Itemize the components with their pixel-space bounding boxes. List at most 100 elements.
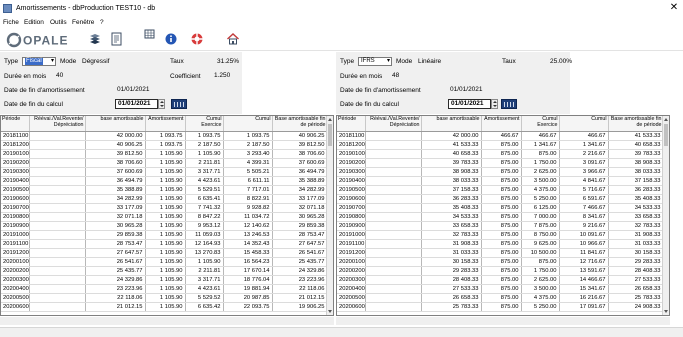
table-row[interactable]: 20190800 32 071.18 1 105.90 8 847.22 11 034.… — [1, 212, 328, 222]
table-row[interactable]: 20190800 34 533.33 875.00 7 000.00 8 341.67 3… — [337, 212, 664, 222]
table-row[interactable]: 20190300 38 908.33 875.00 2 625.00 3 966.67 3… — [337, 167, 664, 177]
column-header[interactable]: Réévai./Val.Revente/ Dépréciation — [29, 116, 86, 132]
help-lifebuoy-icon[interactable] — [190, 32, 204, 46]
table-row[interactable]: 20200500 22 118.06 1 105.90 5 529.52 20 987.… — [1, 293, 328, 303]
menu-outils[interactable]: Outils — [50, 19, 67, 26]
column-header[interactable]: Cumul — [559, 116, 609, 132]
table-row[interactable]: 20190400 36 494.79 1 105.90 4 423.61 6 611.1… — [1, 176, 328, 186]
left-schedule-grid[interactable]: Période Réévai./Val.Revente/ Dépréciation… — [0, 115, 334, 316]
column-header[interactable]: Base amortissable fin de période — [608, 116, 664, 132]
column-header[interactable]: base amortissable — [85, 116, 146, 132]
menu-edition[interactable]: Edition — [24, 19, 44, 26]
column-header[interactable]: Période — [337, 116, 366, 132]
table-row[interactable]: 20191000 32 783.33 875.00 8 750.00 10 091.67… — [337, 230, 664, 240]
table-row[interactable]: 20190900 33 658.33 875.00 7 875.00 9 216.67 3… — [337, 221, 664, 231]
table-row[interactable]: 20200600 25 783.33 875.00 5 250.00 17 091.67… — [337, 302, 664, 312]
table-row[interactable]: 20200400 23 223.96 1 105.90 4 423.61 19 881.… — [1, 284, 328, 294]
table-row[interactable]: 20191200 31 033.33 875.00 10 500.00 11 841.6… — [337, 248, 664, 258]
menu-help[interactable]: ? — [100, 19, 104, 26]
table-row[interactable]: 20200200 25 435.77 1 105.90 2 211.81 17 670.… — [1, 266, 328, 276]
table-row[interactable]: 20190300 37 600.69 1 105.90 3 317.71 5 505.2… — [1, 167, 328, 177]
table-row[interactable]: 20191000 29 859.38 1 105.90 11 059.03 13 246… — [1, 230, 328, 240]
value-cell: 34 533.33 — [608, 203, 664, 213]
info-icon[interactable] — [164, 32, 178, 46]
scroll-thumb[interactable] — [328, 124, 332, 146]
document-icon[interactable] — [110, 32, 124, 46]
table-row[interactable]: 20191100 31 908.33 875.00 9 625.00 10 966.67… — [337, 239, 664, 249]
table-row[interactable]: 20190600 34 282.99 1 105.90 6 635.41 8 822.9… — [1, 194, 328, 204]
grid-icon[interactable] — [143, 29, 157, 43]
table-row[interactable]: 20190700 35 408.33 875.00 6 125.00 7 466.67 3… — [337, 203, 664, 213]
table-row[interactable]: 20190400 38 033.33 875.00 3 500.00 4 841.67 3… — [337, 176, 664, 186]
table-row[interactable]: 20181100 42 000.00 466.67 466.67 466.67 41 53… — [337, 131, 664, 141]
menu-fenetre[interactable]: Fenêtre — [72, 19, 94, 26]
table-row[interactable]: 20181100 42 000.00 1 093.75 1 093.75 1 093.7… — [1, 131, 328, 141]
value-cell: 466.67 — [481, 131, 522, 141]
right-vertical-scrollbar[interactable] — [662, 116, 669, 315]
books-icon[interactable] — [88, 32, 102, 46]
column-header[interactable]: Amortissement — [145, 116, 186, 132]
close-button[interactable]: ✕ — [668, 2, 680, 13]
table-row[interactable]: 20200100 30 158.33 875.00 875.00 12 716.67 29… — [337, 257, 664, 267]
table-row[interactable]: 20181200 40 906.25 1 093.75 2 187.50 2 187.5… — [1, 140, 328, 150]
table-row[interactable]: 20191200 27 647.57 1 105.90 13 270.83 15 458… — [1, 248, 328, 258]
type-select[interactable]: Fiscal ▾ — [22, 57, 56, 66]
type-select[interactable]: IFRS ▾ — [358, 57, 392, 66]
date-spinner[interactable] — [158, 99, 165, 109]
value-cell: 16 216.67 — [559, 293, 609, 303]
column-header[interactable]: Cumul Exercice — [521, 116, 560, 132]
date-spinner[interactable] — [491, 99, 498, 109]
column-header[interactable]: base amortissable — [421, 116, 482, 132]
scroll-up-icon[interactable] — [664, 118, 668, 121]
table-row[interactable]: 20190200 38 706.60 1 105.90 2 211.81 4 399.3… — [1, 158, 328, 168]
value-cell: 38 908.33 — [421, 167, 482, 177]
fin-calc-date-input[interactable]: 01/01/2021 — [115, 99, 158, 109]
calendar-button[interactable] — [171, 99, 187, 109]
table-row[interactable]: 20190500 37 158.33 875.00 4 375.00 5 716.67 3… — [337, 185, 664, 195]
table-row[interactable]: 20200600 21 012.15 1 105.90 6 635.42 22 093.… — [1, 302, 328, 312]
left-vertical-scrollbar[interactable] — [326, 116, 333, 315]
scroll-thumb[interactable] — [664, 124, 668, 146]
scroll-up-icon[interactable] — [328, 118, 332, 121]
table-row[interactable]: 20190700 33 177.09 1 105.90 7 741.32 9 928.8… — [1, 203, 328, 213]
table-row[interactable]: 20181200 41 533.33 875.00 1 341.67 1 341.67 4… — [337, 140, 664, 150]
period-cell: 20190800 — [337, 212, 366, 222]
table-row[interactable]: 20190100 40 658.33 875.00 875.00 2 216.67 39 … — [337, 149, 664, 159]
table-row[interactable]: 20200400 27 533.33 875.00 3 500.00 15 341.67… — [337, 284, 664, 294]
column-header[interactable]: Amortissement — [481, 116, 522, 132]
table-row[interactable]: 20190900 30 965.28 1 105.90 9 953.12 12 140.… — [1, 221, 328, 231]
table-row[interactable]: 20190600 36 283.33 875.00 5 250.00 6 591.67 3… — [337, 194, 664, 204]
value-cell: 33 658.33 — [421, 221, 482, 231]
menu-fiche[interactable]: Fiche — [3, 19, 19, 26]
value-cell: 29 859.38 — [85, 230, 146, 240]
left-horizontal-scrollbar[interactable] — [0, 317, 334, 325]
right-schedule-grid[interactable]: Période Réévai./Val.Revente/ Dépréciation… — [336, 115, 670, 316]
table-row[interactable]: 20200500 26 658.33 875.00 4 375.00 16 216.67… — [337, 293, 664, 303]
column-header[interactable]: Cumul Exercice — [185, 116, 224, 132]
table-row[interactable]: 20200100 26 541.67 1 105.90 1 105.90 16 564.… — [1, 257, 328, 267]
column-header[interactable]: Période — [1, 116, 30, 132]
table-row[interactable]: 20190500 35 388.89 1 105.90 5 529.51 7 717.0… — [1, 185, 328, 195]
home-icon[interactable] — [226, 32, 240, 46]
column-header[interactable]: Cumul — [223, 116, 273, 132]
scroll-down-icon[interactable] — [664, 310, 668, 313]
table-row[interactable]: 20190200 39 783.33 875.00 1 750.00 3 091.67 3… — [337, 158, 664, 168]
scroll-down-icon[interactable] — [328, 310, 332, 313]
value-cell: 22 118.06 — [272, 284, 328, 294]
table-row[interactable]: 20200300 24 329.86 1 105.90 3 317.71 18 776.… — [1, 275, 328, 285]
table-row[interactable]: 20200200 29 283.33 875.00 1 750.00 13 591.67… — [337, 266, 664, 276]
value-cell: 26 658.33 — [608, 284, 664, 294]
value-cell: 1 093.75 — [223, 131, 273, 141]
calendar-button[interactable] — [501, 99, 517, 109]
value-cell: 3 500.00 — [521, 176, 560, 186]
period-cell: 20200100 — [1, 257, 30, 267]
fin-calc-date-input[interactable]: 01/01/2021 — [448, 99, 491, 109]
column-header[interactable]: Réévai./Val.Revente/ Dépréciation — [365, 116, 422, 132]
table-row[interactable]: 20200300 28 408.33 875.00 2 625.00 14 466.67… — [337, 275, 664, 285]
column-header[interactable]: Base amortissable fin de période — [272, 116, 328, 132]
title-bar: Amortissements - dbProduction TEST10 - d… — [0, 0, 683, 18]
table-row[interactable]: 20190100 39 812.50 1 105.90 1 105.90 3 293.4… — [1, 149, 328, 159]
right-horizontal-scrollbar[interactable] — [336, 317, 670, 325]
value-cell: 26 658.33 — [421, 293, 482, 303]
table-row[interactable]: 20191100 28 753.47 1 105.90 12 164.93 14 352… — [1, 239, 328, 249]
